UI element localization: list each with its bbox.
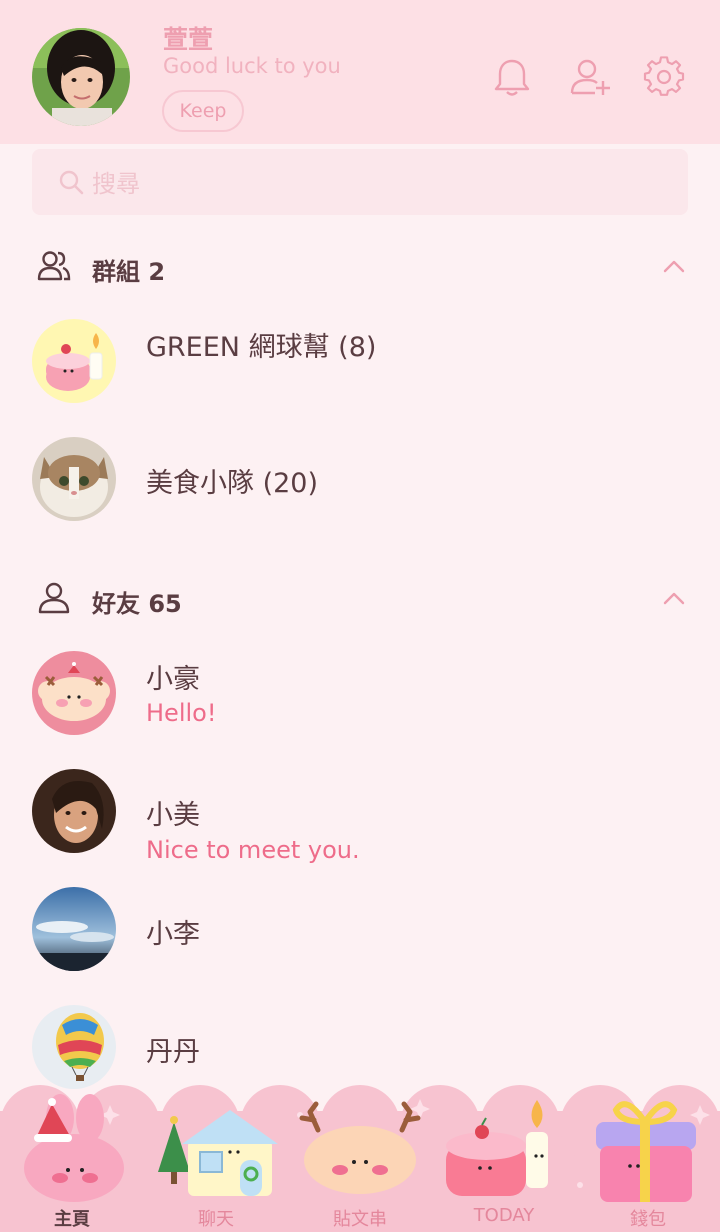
profile-header: 萱萱 Good luck to you Keep: [0, 0, 720, 144]
group-name: GREEN 網球幫 (8): [146, 332, 377, 363]
group-icon: [37, 251, 71, 281]
nav-today-label[interactable]: TODAY: [454, 1205, 554, 1226]
search-input[interactable]: 搜尋: [92, 164, 140, 199]
add-friend-icon[interactable]: [569, 56, 611, 98]
friend-name: 小李: [146, 919, 200, 950]
friend-avatar: [32, 887, 116, 971]
friends-title: 好友 65: [92, 590, 182, 618]
friend-avatar: [32, 651, 116, 735]
groups-section-header[interactable]: 群組 2: [0, 238, 720, 294]
home-bunny-icon: [24, 1094, 124, 1202]
search-icon: [59, 170, 84, 195]
nav-timeline-label[interactable]: 貼文串: [310, 1205, 410, 1231]
friend-name: 小豪: [146, 664, 200, 695]
keep-button[interactable]: Keep: [162, 90, 244, 132]
today-cake-icon: [446, 1100, 548, 1196]
chat-house-icon: [158, 1110, 278, 1196]
profile-status: Good luck to you: [163, 54, 341, 78]
nav-chat-label[interactable]: 聊天: [166, 1205, 266, 1231]
friend-status-message: Nice to meet you.: [146, 836, 360, 864]
person-icon: [38, 582, 70, 614]
group-name: 美食小隊 (20): [146, 468, 319, 499]
nav-wallet-label[interactable]: 錢包: [598, 1205, 698, 1231]
nav-home-label[interactable]: 主頁: [22, 1205, 122, 1231]
friends-section-header[interactable]: 好友 65: [0, 570, 720, 626]
group-avatar: [32, 319, 116, 403]
chevron-up-icon[interactable]: [662, 587, 686, 611]
friend-name: 丹丹: [146, 1037, 200, 1068]
profile-name: 萱萱: [163, 25, 214, 54]
group-avatar: [32, 437, 116, 521]
timeline-reindeer-icon: [299, 1101, 421, 1194]
chevron-up-icon[interactable]: [662, 255, 686, 279]
settings-gear-icon[interactable]: [643, 56, 685, 98]
friend-status-message: Hello!: [146, 699, 217, 727]
friend-name: 小美: [146, 800, 200, 831]
friend-avatar: [32, 1005, 116, 1089]
profile-avatar[interactable]: [32, 28, 130, 126]
friend-avatar: [32, 769, 116, 853]
groups-title: 群組 2: [92, 258, 166, 286]
bell-icon[interactable]: [491, 56, 533, 98]
wallet-gift-icon: [596, 1101, 696, 1202]
